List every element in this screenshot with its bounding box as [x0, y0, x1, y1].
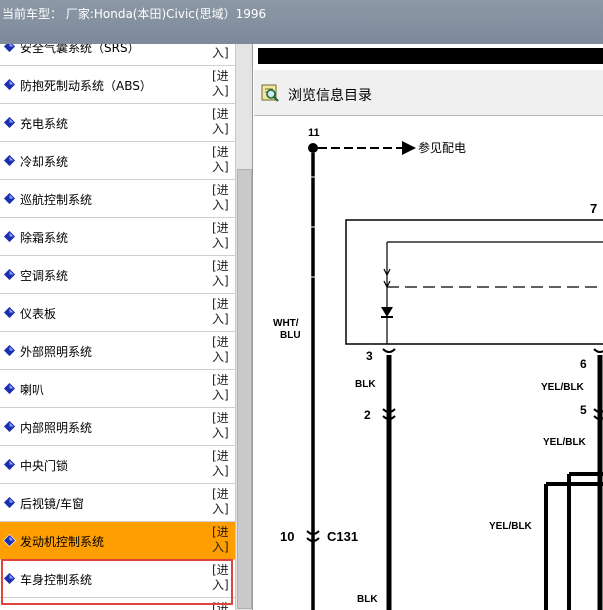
- list-item-label: 安全气囊系统（SRS）: [20, 44, 140, 55]
- diamond-bullet-icon: [3, 458, 16, 471]
- diamond-bullet-icon: [3, 572, 16, 585]
- wire-label: WHT/: [273, 318, 299, 329]
- enter-link[interactable]: [进入]: [212, 563, 230, 593]
- list-item-label: 外部照明系统: [20, 345, 93, 359]
- list-item[interactable]: 内部照明系统 [进入]: [0, 408, 235, 446]
- list-item[interactable]: 外部照明系统 [进入]: [0, 332, 235, 370]
- enter-link[interactable]: [进入]: [212, 335, 230, 365]
- header-bar: [258, 48, 603, 64]
- list-item-label: 发动机控制系统: [20, 535, 105, 549]
- diamond-bullet-icon: [3, 534, 16, 547]
- enter-link[interactable]: [进入]: [212, 373, 230, 403]
- list-item[interactable]: 中央门锁 [进入]: [0, 446, 235, 484]
- list-item-label: 内部照明系统: [20, 421, 93, 435]
- enter-link[interactable]: [进入]: [212, 44, 230, 61]
- list-item[interactable]: 后视镜/车窗 [进入]: [0, 484, 235, 522]
- diamond-bullet-icon: [3, 230, 16, 243]
- list-item-label: 冷却系统: [20, 155, 69, 169]
- pin-label: 10: [280, 529, 294, 544]
- pin-label: 5: [580, 403, 587, 417]
- list-item-label: 防抱死制动系统（ABS）: [20, 79, 152, 93]
- system-list-panel: 安全气囊系统（SRS）[进入]防抱死制动系统（ABS）[进入]充电系统[进入]冷…: [0, 44, 253, 610]
- diamond-bullet-icon: [3, 382, 16, 395]
- pin-label: 3: [366, 349, 373, 363]
- wire-label: YEL/BLK: [543, 437, 587, 448]
- wire-label: YEL/BLK: [489, 521, 533, 532]
- list-item[interactable]: 喇叭 [进入]: [0, 370, 235, 408]
- scrollbar-thumb[interactable]: [237, 169, 252, 609]
- wire-label: BLK: [355, 379, 376, 390]
- diamond-bullet-icon: [3, 192, 16, 205]
- diamond-bullet-icon: [3, 44, 16, 53]
- list-item[interactable]: 车身控制系统 [进入]: [0, 560, 235, 598]
- enter-link[interactable]: [进入]: [212, 487, 230, 517]
- wiring-diagram: 11 参见配电 WHT/ BLU 10 C131 7 3 6 BLK YEL/B…: [273, 127, 603, 610]
- list-item[interactable]: 冷却系统 [进入]: [0, 142, 235, 180]
- pin-label: 2: [364, 408, 371, 422]
- list-item-label: 充电系统: [20, 117, 69, 131]
- diamond-bullet-icon: [3, 306, 16, 319]
- diamond-bullet-icon: [3, 496, 16, 509]
- enter-link[interactable]: [进入]: [212, 145, 230, 175]
- list-item-label: 仪表板: [20, 307, 57, 321]
- list-item[interactable]: 空调系统 [进入]: [0, 256, 235, 294]
- diamond-bullet-icon: [3, 116, 16, 129]
- browse-directory-icon[interactable]: [260, 83, 280, 103]
- main-panel: 浏览信息目录 11 参见配电 WHT/ BLU 10 C131 7 3 6 BL…: [254, 44, 603, 610]
- list-item-label: 空调系统: [20, 269, 69, 283]
- enter-link[interactable]: [进入]: [212, 411, 230, 441]
- connector-label: C131: [327, 529, 358, 544]
- enter-link[interactable]: [进入]: [212, 449, 230, 479]
- pin-label: 7: [590, 201, 597, 216]
- wire-label: BLK: [357, 594, 378, 605]
- list-item-label: 后视镜/车窗: [20, 497, 85, 511]
- enter-link[interactable]: [进入]: [212, 107, 230, 137]
- diamond-bullet-icon: [3, 268, 16, 281]
- list-item[interactable]: 安全气囊系统（SRS） [进入]: [0, 44, 235, 66]
- list-item[interactable]: 充电系统 [进入]: [0, 104, 235, 142]
- list-item[interactable]: 防抱死制动系统（ABS） [进入]: [0, 66, 235, 104]
- diamond-bullet-icon: [3, 344, 16, 357]
- enter-link[interactable]: [进入]: [212, 525, 230, 555]
- toolbar: 浏览信息目录: [254, 70, 603, 116]
- system-list: 安全气囊系统（SRS）[进入]防抱死制动系统（ABS）[进入]充电系统[进入]冷…: [0, 44, 235, 610]
- pin-label: 6: [580, 357, 587, 371]
- diamond-bullet-icon: [3, 420, 16, 433]
- list-item-label: 巡航控制系统: [20, 193, 93, 207]
- enter-link[interactable]: [进入]: [212, 297, 230, 327]
- browse-directory-button[interactable]: 浏览信息目录: [288, 85, 372, 105]
- enter-link[interactable]: [进入]: [212, 183, 230, 213]
- diamond-bullet-icon: [3, 154, 16, 167]
- list-item[interactable]: 巡航控制系统 [进入]: [0, 180, 235, 218]
- enter-link[interactable]: [进入]: [212, 601, 230, 610]
- list-item[interactable]: 转向信号系统[进入]: [0, 598, 235, 610]
- window-title: 当前车型： 厂家:Honda(本田)Civic(思域）1996: [0, 0, 603, 44]
- wire-label: YEL/BLK: [541, 382, 585, 393]
- list-item-label: 车身控制系统: [20, 573, 93, 587]
- enter-link[interactable]: [进入]: [212, 259, 230, 289]
- enter-link[interactable]: [进入]: [212, 221, 230, 251]
- pin-label: 11: [308, 127, 320, 139]
- ref-charging-text: 参见配电: [418, 140, 466, 155]
- list-item[interactable]: 除霜系统 [进入]: [0, 218, 235, 256]
- list-item-label: 中央门锁: [20, 459, 69, 473]
- wire-label: BLU: [280, 330, 301, 341]
- list-item-label: 喇叭: [20, 383, 45, 397]
- list-item[interactable]: 仪表板 [进入]: [0, 294, 235, 332]
- enter-link[interactable]: [进入]: [212, 69, 230, 99]
- list-item[interactable]: 发动机控制系统 [进入]: [0, 522, 235, 560]
- list-item-label: 除霜系统: [20, 231, 69, 245]
- diamond-bullet-icon: [3, 78, 16, 91]
- sidebar-scrollbar[interactable]: [235, 44, 252, 610]
